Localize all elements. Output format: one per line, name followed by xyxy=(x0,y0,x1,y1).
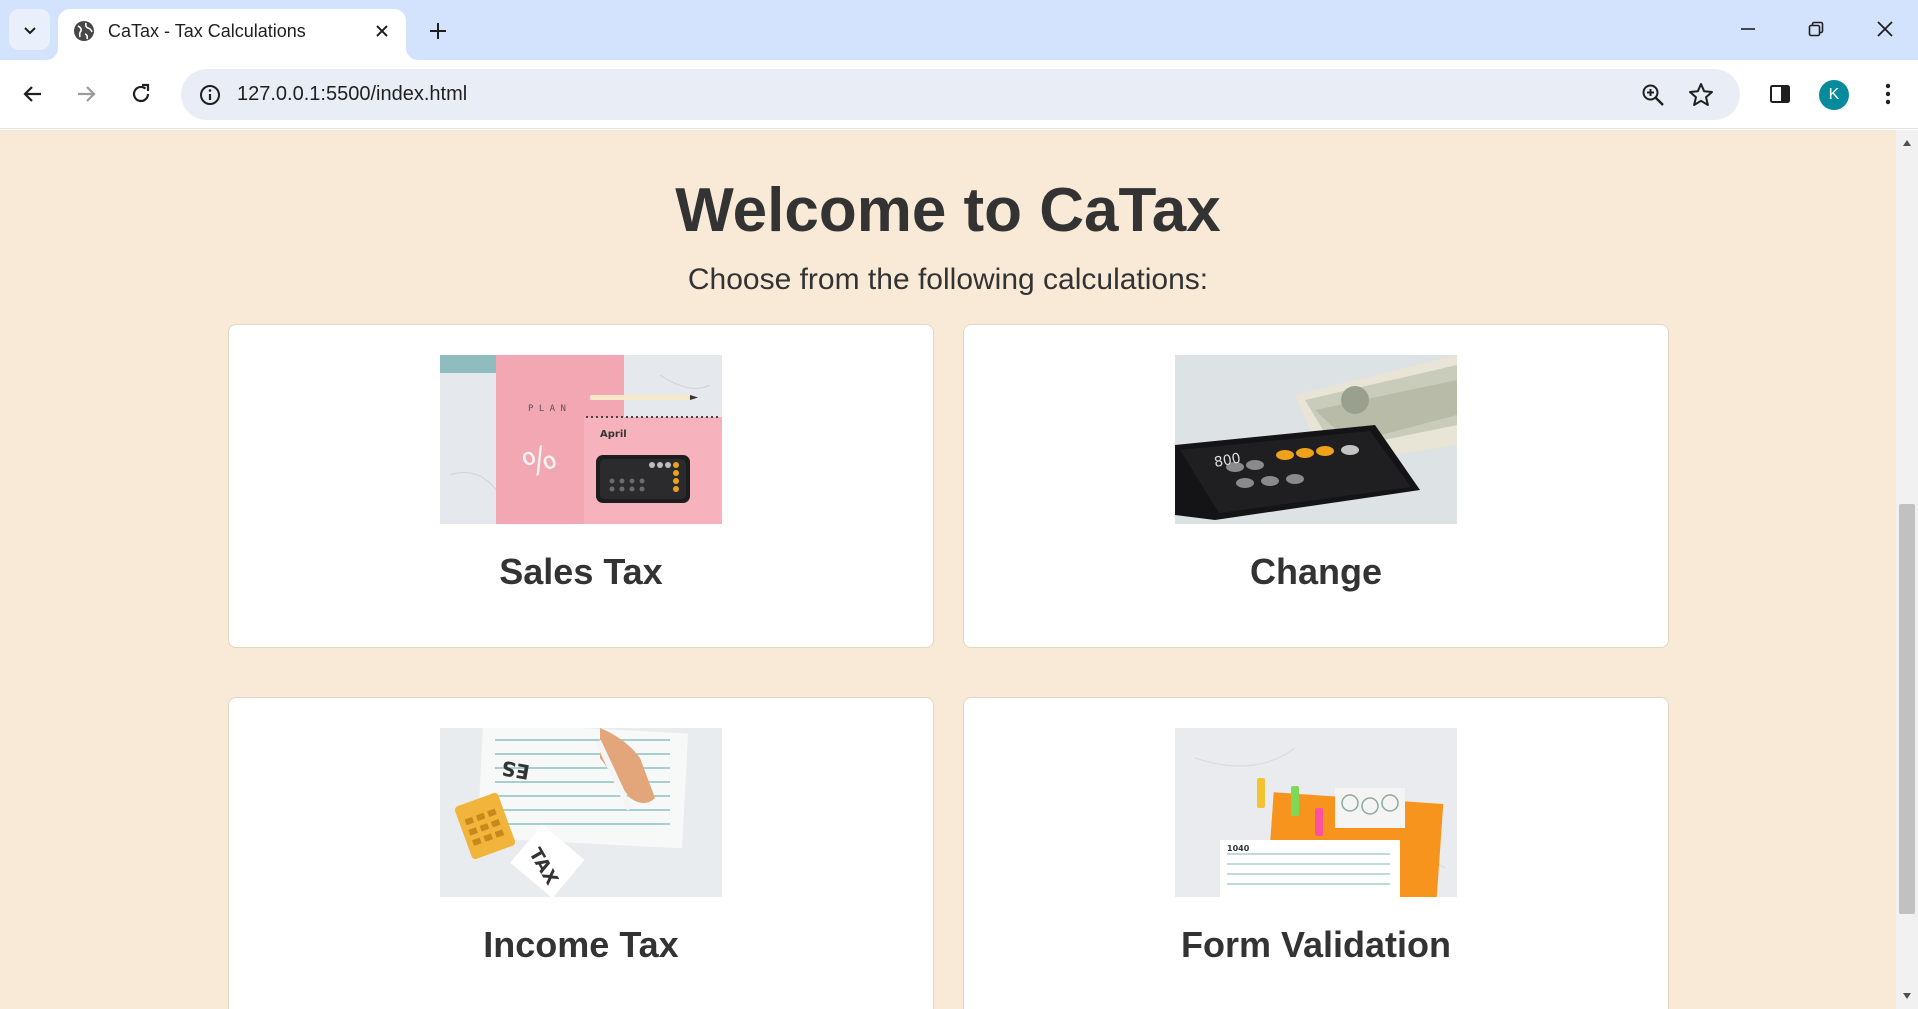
card-title: Sales Tax xyxy=(499,551,663,592)
svg-text:April: April xyxy=(600,429,627,440)
bookmark-button[interactable] xyxy=(1684,78,1718,112)
calendar-calculator-illustration: P L A N % April xyxy=(440,355,722,524)
card-income-tax[interactable]: ES TAX Income Tax xyxy=(228,697,934,1009)
tax-forms-folder-illustration: 1040 xyxy=(1175,728,1457,897)
back-button[interactable] xyxy=(13,74,53,114)
menu-button[interactable] xyxy=(1868,74,1908,114)
money-phone-illustration: 800 xyxy=(1175,355,1457,524)
restore-button[interactable] xyxy=(1791,7,1841,51)
forward-button[interactable] xyxy=(66,74,106,114)
side-panel-button[interactable] xyxy=(1760,74,1800,114)
globe-icon xyxy=(74,21,94,41)
tab-close-button[interactable] xyxy=(370,19,394,43)
arrow-right-icon xyxy=(78,86,96,102)
tax-form-writing-illustration: ES TAX xyxy=(440,728,722,897)
triangle-down-icon xyxy=(1903,993,1911,999)
url-text: 127.0.0.1:5500/index.html xyxy=(237,83,468,105)
svg-text:P L A N: P L A N xyxy=(528,404,566,414)
new-tab-button[interactable] xyxy=(420,13,456,49)
active-tab[interactable]: CaTax - Tax Calculations xyxy=(58,9,406,60)
triangle-up-icon xyxy=(1903,140,1911,146)
browser-toolbar: 127.0.0.1:5500/index.html K xyxy=(0,60,1918,129)
scroll-up-button[interactable] xyxy=(1896,136,1918,150)
close-icon xyxy=(376,25,388,37)
page-viewport: Welcome to CaTax Choose from the followi… xyxy=(0,130,1918,1009)
card-title: Change xyxy=(1249,551,1382,592)
scroll-down-button[interactable] xyxy=(1896,989,1918,1003)
minimize-icon xyxy=(1741,28,1755,30)
side-panel-icon xyxy=(1770,85,1790,103)
more-vert-icon xyxy=(1885,83,1891,105)
reload-icon xyxy=(132,83,150,103)
reload-button[interactable] xyxy=(121,74,161,114)
close-window-button[interactable] xyxy=(1860,7,1910,51)
star-icon xyxy=(1689,83,1713,106)
page-subtitle: Choose from the following calculations: xyxy=(687,263,1209,296)
zoom-button[interactable] xyxy=(1636,78,1670,112)
card-sales-tax[interactable]: P L A N % April Sales Tax xyxy=(228,324,934,648)
chevron-down-icon xyxy=(23,26,36,34)
card-title: Income Tax xyxy=(483,924,679,965)
zoom-in-icon xyxy=(1642,84,1664,106)
address-bar[interactable]: 127.0.0.1:5500/index.html xyxy=(181,69,1740,120)
tab-title: CaTax - Tax Calculations xyxy=(108,21,306,41)
plus-icon xyxy=(430,23,446,39)
minimize-button[interactable] xyxy=(1723,7,1773,51)
tab-strip: CaTax - Tax Calculations xyxy=(0,0,1918,60)
site-info-button[interactable] xyxy=(193,78,227,112)
info-icon xyxy=(200,85,220,105)
money-phone-photo: 800 xyxy=(1175,355,1457,524)
tab-search-button[interactable] xyxy=(9,9,50,50)
card-form-validation[interactable]: 1040 Form Validation xyxy=(963,697,1669,1009)
card-title: Form Validation xyxy=(1180,924,1452,965)
svg-text:ES: ES xyxy=(500,756,532,785)
tax-form-writing-photo: ES TAX xyxy=(440,728,722,897)
svg-text:1040: 1040 xyxy=(1227,844,1250,853)
restore-icon xyxy=(1808,21,1824,37)
profile-avatar[interactable]: K xyxy=(1819,80,1849,110)
scroll-thumb[interactable] xyxy=(1899,504,1915,914)
tax-forms-folder-photo: 1040 xyxy=(1175,728,1457,897)
page-scrollbar[interactable] xyxy=(1896,130,1918,1009)
calendar-calculator-photo: P L A N % April xyxy=(440,355,722,524)
close-icon xyxy=(1877,21,1893,37)
arrow-left-icon xyxy=(23,86,41,102)
card-change[interactable]: 800 Change xyxy=(963,324,1669,648)
page-title: Welcome to CaTax xyxy=(675,176,1221,245)
